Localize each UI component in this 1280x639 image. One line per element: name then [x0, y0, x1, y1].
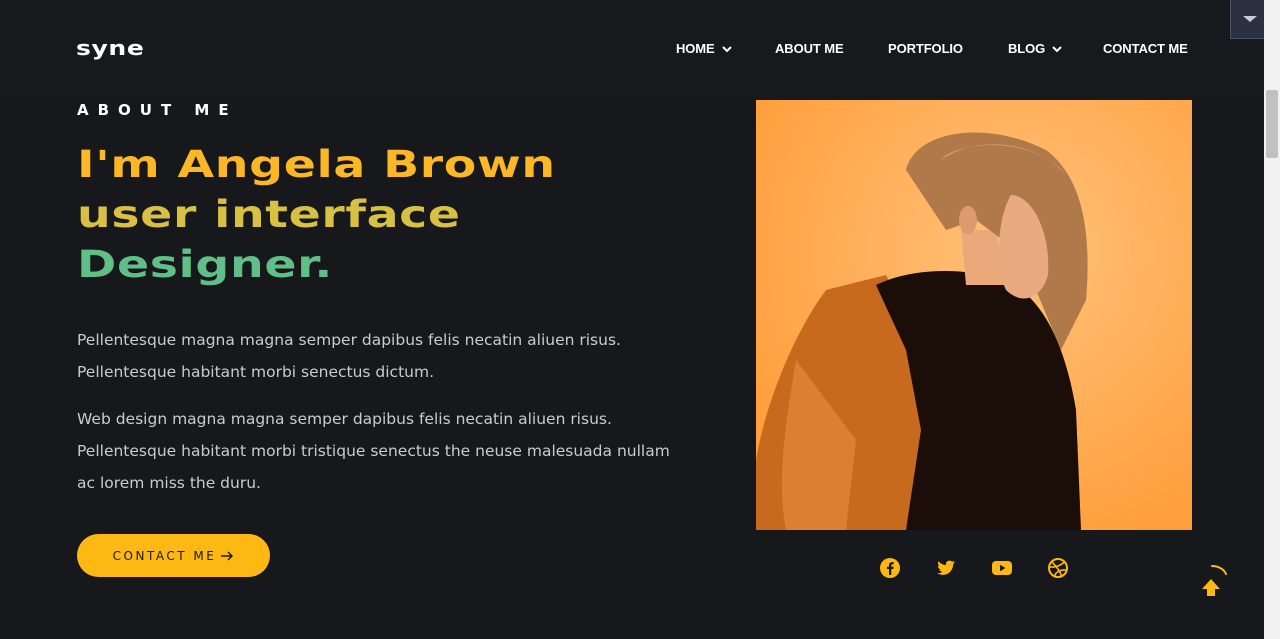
nav-item-label: PORTFOLIO [888, 41, 963, 56]
youtube-icon[interactable] [991, 557, 1013, 579]
intro-paragraph: Web design magna magna semper dapibus fe… [77, 410, 670, 492]
contact-me-label: CONTACT ME [112, 548, 217, 563]
contact-me-button[interactable]: CONTACT ME [77, 534, 270, 577]
chevron-down-icon [721, 45, 732, 52]
dribbble-icon[interactable] [1047, 557, 1069, 579]
nav-item-home[interactable]: HOME [676, 41, 733, 56]
nav-item-label: BLOG [1008, 41, 1046, 56]
profile-photo [756, 100, 1192, 530]
chevron-down-icon [1052, 45, 1062, 52]
back-to-top-button[interactable] [1196, 562, 1230, 602]
nav-item-label: ABOUT ME [775, 41, 844, 56]
nav-item-contact-me[interactable]: CONTACT ME [1103, 41, 1188, 56]
logo[interactable]: syne [76, 36, 144, 60]
hero-headline: I'm Angela Brown user interface Designer… [77, 140, 717, 290]
site-header: syne HOME ABOUT ME PORTFOLIO BLOG CONTAC… [0, 0, 1264, 100]
twitter-icon[interactable] [935, 557, 957, 579]
nav-item-label: CONTACT ME [1103, 41, 1188, 56]
scrollbar-thumb[interactable] [1266, 90, 1278, 158]
section-label: ABOUT ME [77, 101, 238, 119]
nav-item-about-me[interactable]: ABOUT ME [775, 41, 844, 56]
caret-down-icon [1242, 16, 1257, 22]
portrait-illustration [756, 100, 1192, 530]
facebook-icon[interactable] [879, 557, 901, 579]
nav-item-portfolio[interactable]: PORTFOLIO [888, 41, 963, 56]
nav-item-blog[interactable]: BLOG [1008, 41, 1063, 56]
nav-item-label: HOME [676, 41, 715, 56]
arrow-right-icon [221, 551, 234, 560]
intro-paragraph: Pellentesque magna magna semper dapibus … [77, 331, 621, 381]
